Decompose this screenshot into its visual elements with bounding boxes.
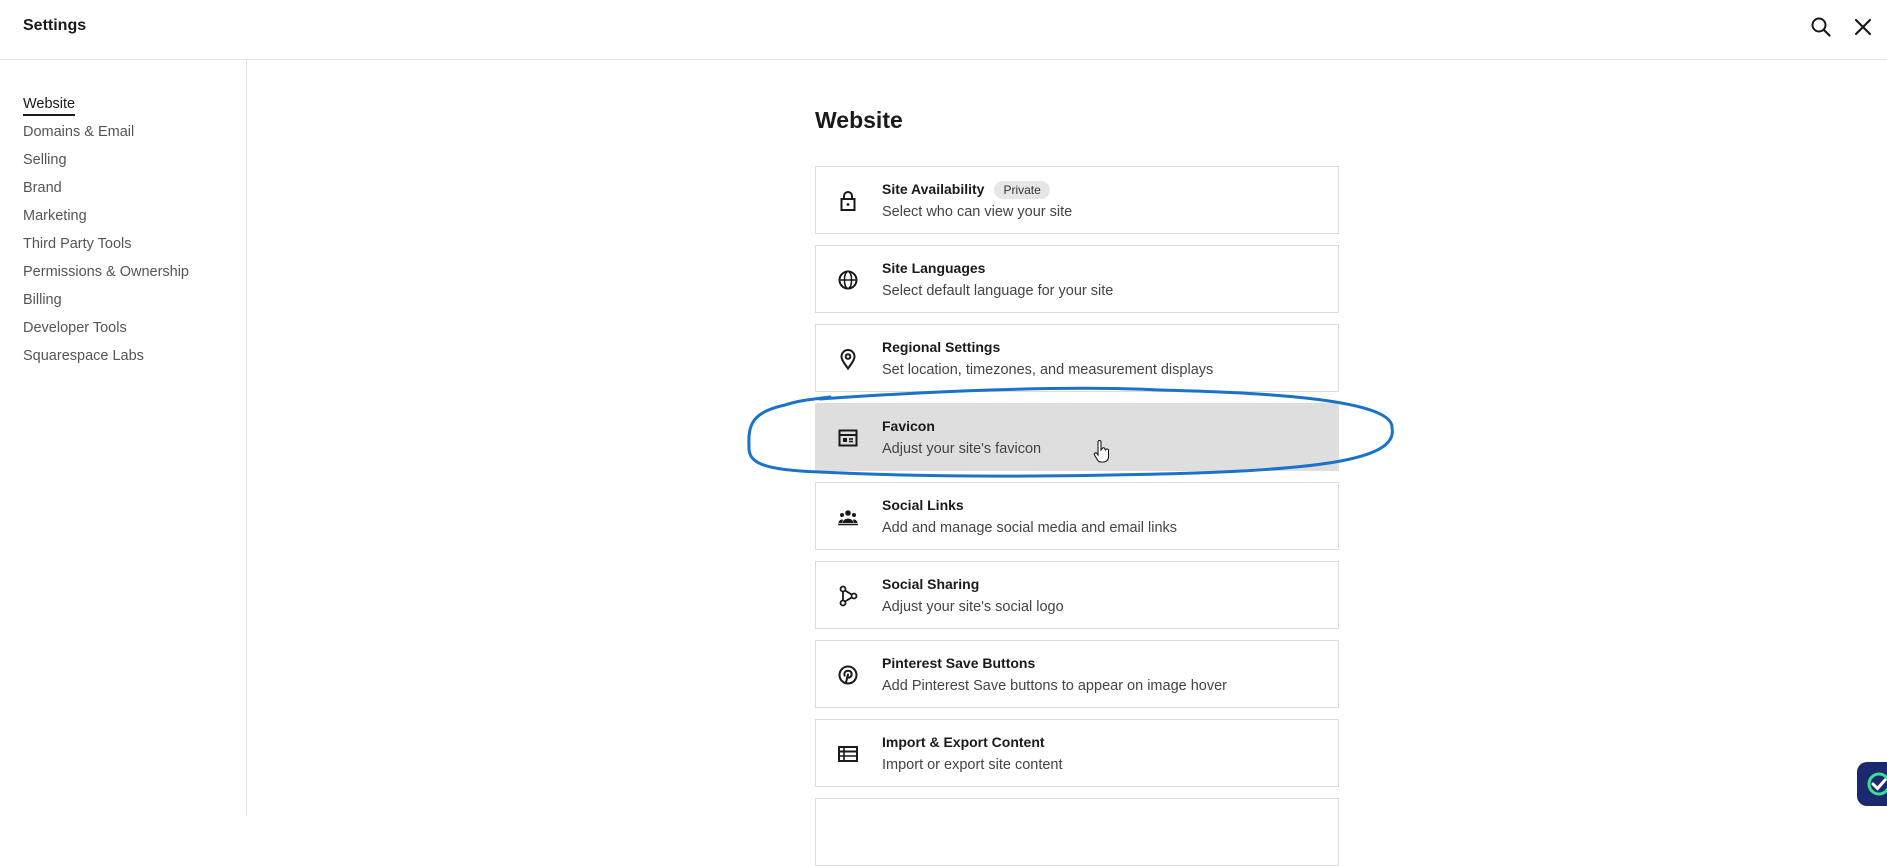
lock-icon — [836, 189, 860, 213]
card-description: Import or export site content — [882, 757, 1063, 773]
card-title: Social Sharing — [882, 576, 980, 592]
page-title: Settings — [23, 17, 87, 34]
card-favicon[interactable]: Favicon Adjust your site's favicon — [815, 403, 1339, 471]
sidebar-item-marketing[interactable]: Marketing — [23, 208, 87, 224]
share-icon — [836, 584, 860, 608]
search-icon[interactable] — [1810, 16, 1832, 38]
card-description: Select who can view your site — [882, 204, 1073, 220]
sidebar-item-permissions-ownership[interactable]: Permissions & Ownership — [23, 264, 189, 280]
card-title: Favicon — [882, 418, 935, 434]
card-title: Import & Export Content — [882, 734, 1045, 750]
card-description: Add and manage social media and email li… — [882, 520, 1178, 536]
card-title: Site Availability — [882, 181, 985, 197]
sidebar-item-third-party-tools[interactable]: Third Party Tools — [23, 236, 132, 252]
card-social-sharing[interactable]: Social Sharing Adjust your site's social… — [815, 561, 1339, 629]
section-title: Website — [815, 107, 903, 133]
card-regional-settings[interactable]: Regional Settings Set location, timezone… — [815, 324, 1339, 392]
status-badge: Private — [994, 181, 1050, 199]
sidebar-item-domains-email[interactable]: Domains & Email — [23, 124, 134, 140]
card-description: Set location, timezones, and measurement… — [882, 362, 1214, 378]
close-icon[interactable] — [1852, 16, 1874, 38]
location-pin-icon — [836, 347, 860, 371]
people-icon — [836, 505, 860, 529]
sidebar-item-developer-tools[interactable]: Developer Tools — [23, 320, 127, 336]
card-description: Select default language for your site — [882, 283, 1114, 299]
card-import-export-content[interactable]: Import & Export Content Import or export… — [815, 719, 1339, 787]
card-pinterest-save-buttons[interactable]: Pinterest Save Buttons Add Pinterest Sav… — [815, 640, 1339, 708]
card-description: Adjust your site's social logo — [882, 599, 1064, 615]
table-icon — [836, 742, 860, 766]
card-description: Add Pinterest Save buttons to appear on … — [882, 678, 1227, 694]
card-title: Social Links — [882, 497, 964, 513]
top-bar: Settings — [0, 0, 1887, 60]
help-widget[interactable] — [1857, 762, 1887, 806]
card-site-availability[interactable]: Site Availability Private Select who can … — [815, 166, 1339, 234]
check-icon — [1867, 772, 1887, 796]
browser-window-icon — [836, 426, 860, 450]
card-title: Pinterest Save Buttons — [882, 655, 1036, 671]
card-next-partial[interactable] — [815, 798, 1339, 866]
settings-sidebar: Website Domains & Email Selling Brand Ma… — [0, 60, 247, 815]
sidebar-item-squarespace-labs[interactable]: Squarespace Labs — [23, 348, 144, 364]
sidebar-item-selling[interactable]: Selling — [23, 152, 67, 168]
sidebar-item-brand[interactable]: Brand — [23, 180, 62, 196]
card-site-languages[interactable]: Site Languages Select default language f… — [815, 245, 1339, 313]
pinterest-icon — [836, 663, 860, 687]
card-title: Site Languages — [882, 260, 986, 276]
card-description: Adjust your site's favicon — [882, 441, 1042, 457]
hand-cursor-icon — [1093, 440, 1110, 463]
card-title: Regional Settings — [882, 339, 1001, 355]
sidebar-item-billing[interactable]: Billing — [23, 292, 62, 308]
sidebar-item-website[interactable]: Website — [23, 96, 76, 116]
card-social-links[interactable]: Social Links Add and manage social media… — [815, 482, 1339, 550]
globe-icon — [836, 268, 860, 292]
